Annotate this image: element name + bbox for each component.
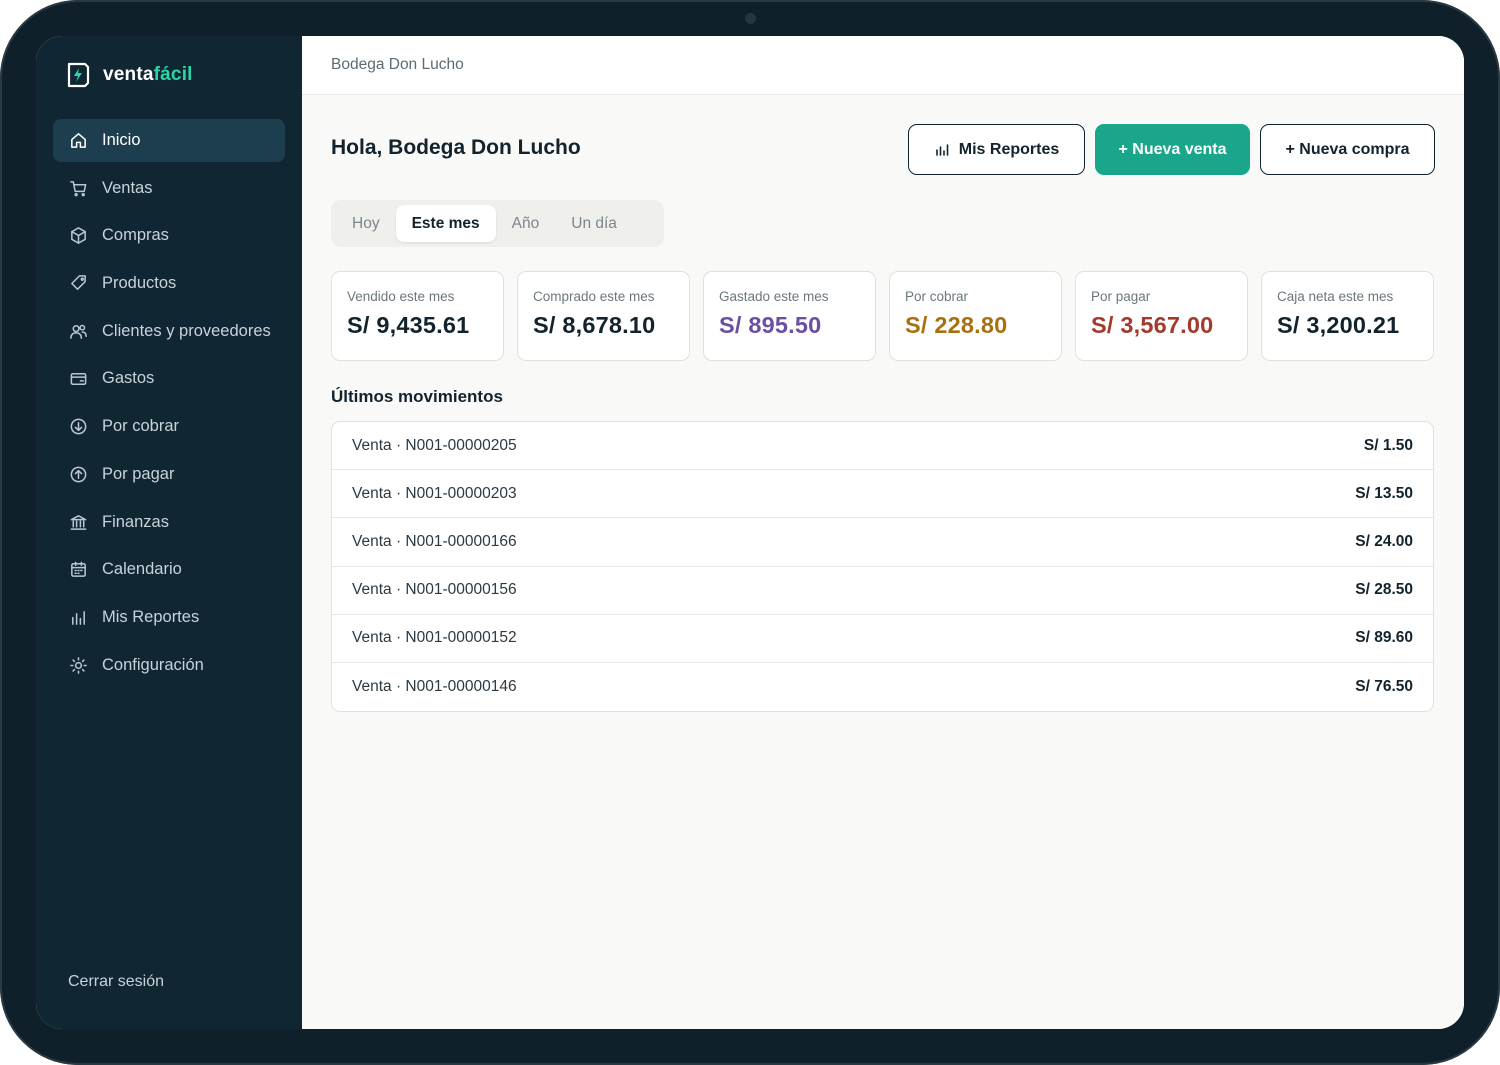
sidebar-item-label: Ventas: [102, 178, 153, 197]
cart-icon: [68, 178, 88, 198]
list-item[interactable]: Venta · N001-00000166 S/ 24.00: [332, 518, 1433, 567]
home-icon: [68, 131, 88, 151]
movement-description: Venta · N001-00000205: [352, 436, 517, 454]
sidebar-item-label: Mis Reportes: [102, 607, 200, 626]
movements-title: Últimos movimientos: [331, 387, 503, 406]
period-tabs: Hoy Este mes Año Un día: [331, 200, 664, 247]
arrow-up-circle-icon: [68, 464, 88, 484]
sidebar-item-por-cobrar[interactable]: Por cobrar: [53, 405, 285, 448]
sidebar-item-ventas[interactable]: Ventas: [53, 167, 285, 210]
sidebar-nav: Inicio Ventas Compras Productos Clientes…: [53, 119, 285, 691]
main-content: Bodega Don Lucho Hola, Bodega Don Lucho …: [302, 36, 1464, 1029]
sidebar-item-label: Calendario: [102, 560, 182, 579]
kpi-label: Vendido este mes: [347, 289, 455, 304]
sidebar-item-label: Productos: [102, 274, 177, 293]
kpi-card-por-pagar[interactable]: Por pagar S/ 3,567.00: [1075, 271, 1248, 361]
list-item[interactable]: Venta · N001-00000205 S/ 1.50: [332, 422, 1433, 471]
sidebar-item-label: Compras: [102, 226, 169, 245]
topbar: Bodega Don Lucho: [302, 36, 1464, 95]
arrow-down-circle-icon: [68, 417, 88, 437]
movement-description: Venta · N001-00000166: [352, 532, 517, 550]
kpi-label: Gastado este mes: [719, 289, 829, 304]
app-screen: ventafácil Inicio Ventas Compras Product…: [36, 36, 1464, 1029]
sidebar-item-gastos[interactable]: Gastos: [53, 357, 285, 400]
sidebar-item-label: Finanzas: [102, 512, 169, 531]
reports-button-label: Mis Reportes: [958, 140, 1060, 158]
sidebar-item-configuracion[interactable]: Configuración: [53, 644, 285, 687]
new-purchase-button[interactable]: + Nueva compra: [1260, 124, 1435, 175]
sidebar-item-label: Clientes y proveedores: [102, 321, 271, 340]
calendar-icon: [68, 560, 88, 580]
list-item[interactable]: Venta · N001-00000146 S/ 76.50: [332, 663, 1433, 711]
sidebar-item-label: Por pagar: [102, 464, 175, 483]
new-sale-button[interactable]: + Nueva venta: [1095, 124, 1250, 175]
sidebar-item-clientes[interactable]: Clientes y proveedores: [53, 310, 285, 353]
kpi-value: S/ 895.50: [719, 312, 822, 338]
camera-dot: [745, 13, 756, 24]
tab-este-mes[interactable]: Este mes: [395, 205, 496, 242]
movement-amount: S/ 28.50: [1355, 581, 1413, 599]
list-item[interactable]: Venta · N001-00000203 S/ 13.50: [332, 470, 1433, 519]
movement-description: Venta · N001-00000156: [352, 581, 517, 599]
brand[interactable]: ventafácil: [65, 61, 193, 89]
tab-un-dia[interactable]: Un día: [555, 205, 633, 242]
movement-description: Venta · N001-00000152: [352, 629, 517, 647]
movement-description: Venta · N001-00000146: [352, 678, 517, 696]
kpi-value: S/ 3,200.21: [1277, 312, 1400, 338]
list-item[interactable]: Venta · N001-00000156 S/ 28.50: [332, 567, 1433, 615]
kpi-value: S/ 9,435.61: [347, 312, 470, 338]
kpi-label: Caja neta este mes: [1277, 289, 1394, 304]
kpi-card-gastado[interactable]: Gastado este mes S/ 895.50: [703, 271, 876, 361]
kpi-cards: Vendido este mes S/ 9,435.61 Comprado es…: [331, 271, 1434, 361]
kpi-card-caja-neta[interactable]: Caja neta este mes S/ 3,200.21: [1261, 271, 1434, 361]
page-title: Hola, Bodega Don Lucho: [331, 136, 581, 159]
kpi-card-por-cobrar[interactable]: Por cobrar S/ 228.80: [889, 271, 1062, 361]
sidebar-item-calendario[interactable]: Calendario: [53, 548, 285, 591]
users-icon: [68, 321, 88, 341]
tag-icon: [68, 274, 88, 294]
tab-hoy[interactable]: Hoy: [336, 205, 396, 242]
tablet-frame: ventafácil Inicio Ventas Compras Product…: [0, 0, 1500, 1065]
movement-description: Venta · N001-00000203: [352, 484, 517, 502]
box-icon: [68, 226, 88, 246]
kpi-value: S/ 228.80: [905, 312, 1008, 338]
movements-list: Venta · N001-00000205 S/ 1.50 Venta · N0…: [331, 421, 1434, 713]
kpi-label: Por cobrar: [905, 289, 969, 304]
wallet-icon: [68, 369, 88, 389]
header-actions: Mis Reportes + Nueva venta + Nueva compr…: [908, 124, 1435, 175]
bar-chart-icon: [935, 144, 949, 156]
sidebar-item-label: Gastos: [102, 369, 155, 388]
sidebar-item-finanzas[interactable]: Finanzas: [53, 501, 285, 544]
movement-amount: S/ 89.60: [1355, 629, 1413, 647]
kpi-card-comprado[interactable]: Comprado este mes S/ 8,678.10: [517, 271, 690, 361]
sidebar-item-label: Configuración: [102, 655, 204, 674]
sidebar-item-label: Por cobrar: [102, 417, 180, 436]
bar-chart-icon: [68, 607, 88, 627]
sidebar-item-compras[interactable]: Compras: [53, 214, 285, 257]
sidebar-item-label: Inicio: [102, 131, 141, 149]
list-item[interactable]: Venta · N001-00000152 S/ 89.60: [332, 615, 1433, 663]
tab-ano[interactable]: Año: [496, 205, 556, 242]
movement-amount: S/ 1.50: [1363, 436, 1413, 454]
sun-gear-icon: [68, 655, 88, 675]
movement-amount: S/ 76.50: [1355, 678, 1413, 696]
logo-icon: [67, 62, 90, 88]
sidebar-item-mis-reportes[interactable]: Mis Reportes: [53, 596, 285, 639]
logout-link[interactable]: Cerrar sesión: [68, 973, 164, 991]
movement-amount: S/ 24.00: [1355, 532, 1413, 550]
bank-icon: [68, 512, 88, 532]
kpi-label: Comprado este mes: [533, 289, 655, 304]
sidebar-item-por-pagar[interactable]: Por pagar: [53, 453, 285, 496]
kpi-value: S/ 3,567.00: [1091, 312, 1214, 338]
sidebar: ventafácil Inicio Ventas Compras Product…: [36, 36, 302, 1029]
kpi-card-vendido[interactable]: Vendido este mes S/ 9,435.61: [331, 271, 504, 361]
kpi-value: S/ 8,678.10: [533, 312, 656, 338]
sidebar-item-productos[interactable]: Productos: [53, 262, 285, 305]
sidebar-item-inicio[interactable]: Inicio: [53, 119, 285, 162]
business-name: Bodega Don Lucho: [331, 56, 464, 73]
movement-amount: S/ 13.50: [1355, 484, 1413, 502]
reports-button[interactable]: Mis Reportes: [908, 124, 1085, 175]
brand-name: ventafácil: [103, 64, 193, 85]
kpi-label: Por pagar: [1091, 289, 1151, 304]
